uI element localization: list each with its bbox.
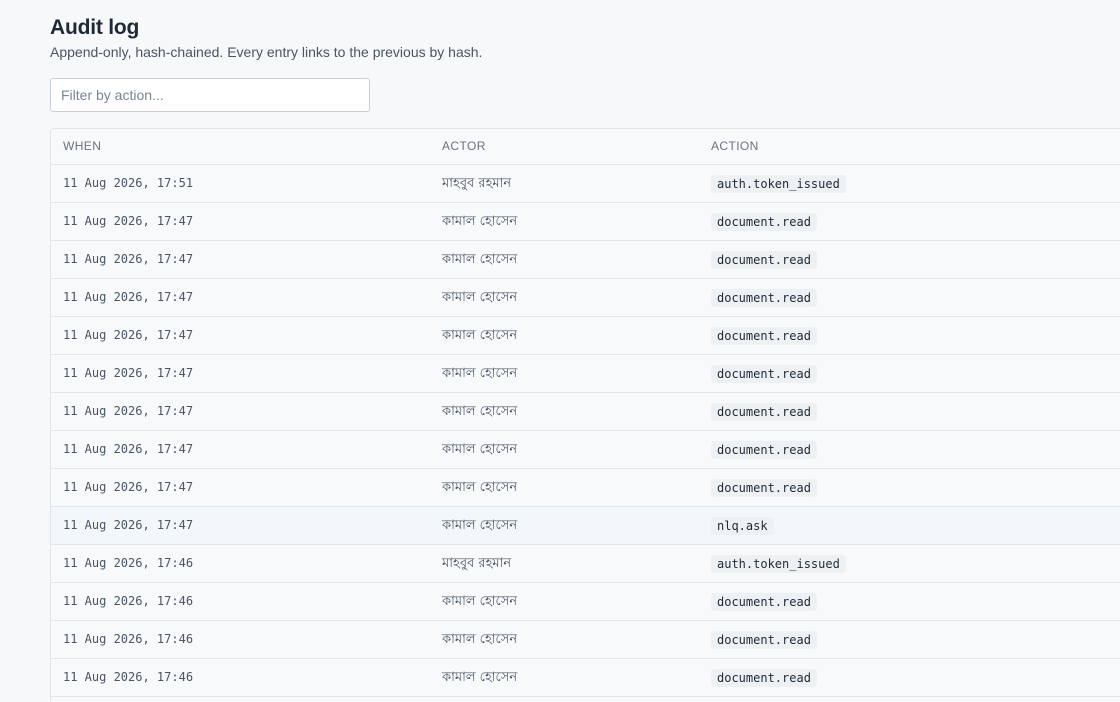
row-timestamp: 11 Aug 2026, 17:47 — [63, 290, 194, 304]
table-row[interactable]: 11 Aug 2026, 17:47 কামাল হোসেন document.… — [51, 317, 1120, 355]
row-action-badge: document.read — [711, 441, 817, 459]
row-action-badge: auth.token_issued — [711, 555, 846, 573]
column-header-when[interactable]: WHEN — [63, 129, 101, 163]
row-action-badge: document.read — [711, 365, 817, 383]
row-action-badge: document.read — [711, 213, 817, 231]
row-action-badge: document.read — [711, 631, 817, 649]
row-timestamp: 11 Aug 2026, 17:46 — [63, 632, 194, 646]
table-row[interactable]: 11 Aug 2026, 17:46 কামাল হোসেন document.… — [51, 583, 1120, 621]
row-timestamp: 11 Aug 2026, 17:46 — [63, 556, 194, 570]
row-timestamp: 11 Aug 2026, 17:47 — [63, 404, 194, 418]
row-actor: কামাল হোসেন — [442, 518, 518, 533]
row-action-badge: document.read — [711, 289, 817, 307]
table-row[interactable]: 11 Aug 2026, 17:47 কামাল হোসেন document.… — [51, 469, 1120, 507]
row-action-badge: document.read — [711, 251, 817, 269]
row-timestamp: 11 Aug 2026, 17:47 — [63, 366, 194, 380]
row-action-badge: document.read — [711, 593, 817, 611]
row-timestamp: 11 Aug 2026, 17:51 — [63, 176, 194, 190]
row-timestamp: 11 Aug 2026, 17:47 — [63, 252, 194, 266]
row-actor: কামাল হোসেন — [442, 404, 518, 419]
row-timestamp: 11 Aug 2026, 17:47 — [63, 442, 194, 456]
row-actor: মাহবুব রহমান — [442, 556, 512, 571]
audit-log-page: Audit log Append-only, hash-chained. Eve… — [0, 0, 1120, 702]
table-row[interactable]: 11 Aug 2026, 17:47 কামাল হোসেন document.… — [51, 279, 1120, 317]
row-actor: কামাল হোসেন — [442, 366, 518, 381]
table-row[interactable]: 11 Aug 2026, 17:47 কামাল হোসেন document.… — [51, 241, 1120, 279]
row-action-badge: document.read — [711, 479, 817, 497]
table-row[interactable]: 11 Aug 2026, 17:46 কামাল হোসেন document.… — [51, 659, 1120, 697]
row-timestamp: 11 Aug 2026, 17:47 — [63, 328, 194, 342]
row-actor: কামাল হোসেন — [442, 290, 518, 305]
column-header-actor[interactable]: ACTOR — [442, 129, 486, 163]
page-title: Audit log — [50, 16, 140, 39]
row-action-badge: document.read — [711, 327, 817, 345]
table-row[interactable]: 11 Aug 2026, 17:47 কামাল হোসেন document.… — [51, 431, 1120, 469]
row-actor: কামাল হোসেন — [442, 214, 518, 229]
row-actor: কামাল হোসেন — [442, 442, 518, 457]
row-action-badge: document.read — [711, 403, 817, 421]
row-action-badge: nlq.ask — [711, 517, 774, 535]
row-timestamp: 11 Aug 2026, 17:47 — [63, 214, 194, 228]
table-row[interactable]: 11 Aug 2026, 17:46 কামাল হোসেন document.… — [51, 621, 1120, 659]
action-filter-input[interactable] — [50, 78, 370, 112]
table-row[interactable]: 11 Aug 2026, 17:47 কামাল হোসেন document.… — [51, 203, 1120, 241]
table-row[interactable]: 11 Aug 2026, 17:47 কামাল হোসেন document.… — [51, 355, 1120, 393]
audit-log-table: WHEN ACTOR ACTION 11 Aug 2026, 17:51 মাহ… — [50, 128, 1120, 702]
row-actor: কামাল হোসেন — [442, 328, 518, 343]
row-actor: কামাল হোসেন — [442, 252, 518, 267]
page-subtitle: Append-only, hash-chained. Every entry l… — [50, 44, 483, 60]
table-row[interactable]: 11 Aug 2026, 17:47 কামাল হোসেন nlq.ask — [51, 507, 1120, 545]
row-actor: কামাল হোসেন — [442, 670, 518, 685]
table-row[interactable]: 11 Aug 2026, 17:51 মাহবুব রহমান auth.tok… — [51, 165, 1120, 203]
column-header-action[interactable]: ACTION — [711, 129, 759, 163]
row-timestamp: 11 Aug 2026, 17:47 — [63, 480, 194, 494]
row-actor: কামাল হোসেন — [442, 480, 518, 495]
row-actor: কামাল হোসেন — [442, 594, 518, 609]
row-timestamp: 11 Aug 2026, 17:46 — [63, 594, 194, 608]
row-timestamp: 11 Aug 2026, 17:46 — [63, 670, 194, 684]
row-actor: কামাল হোসেন — [442, 632, 518, 647]
row-actor: মাহবুব রহমান — [442, 176, 512, 191]
table-row[interactable]: 11 Aug 2026, 17:46 মাহবুব রহমান auth.tok… — [51, 545, 1120, 583]
table-header: WHEN ACTOR ACTION — [51, 129, 1120, 165]
table-row[interactable]: 11 Aug 2026, 17:47 কামাল হোসেন document.… — [51, 393, 1120, 431]
row-timestamp: 11 Aug 2026, 17:47 — [63, 518, 194, 532]
row-action-badge: auth.token_issued — [711, 175, 846, 193]
row-action-badge: document.read — [711, 669, 817, 687]
